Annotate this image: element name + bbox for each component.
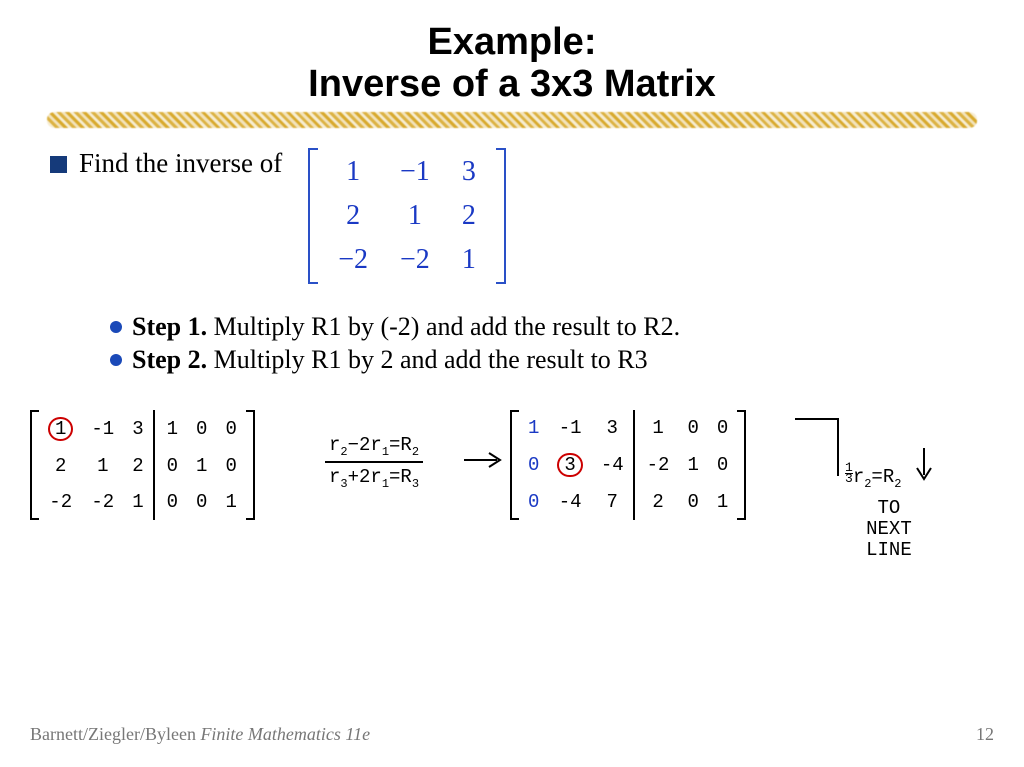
arrow-down-icon — [915, 448, 933, 489]
step-2: Step 2. Multiply R1 by 2 and add the res… — [110, 345, 974, 375]
a2-12: -1 — [548, 410, 591, 446]
m-r3c1: −2 — [322, 238, 384, 282]
line-text: LINE — [866, 539, 912, 561]
next-operation: 13r2=R2 TO NEXT LINE — [845, 448, 933, 561]
m-r1c1: 1 — [322, 150, 384, 194]
title-line2: Inverse of a 3x3 Matrix — [308, 63, 716, 105]
a1-b32: 0 — [187, 484, 216, 520]
a1-31: -2 — [39, 484, 82, 520]
find-inverse-text: Find the inverse of — [79, 148, 282, 179]
bracket-right-icon — [737, 410, 746, 521]
title-underline — [47, 112, 977, 128]
augmented-matrix-1: 1 -1 3 1 0 0 2 1 2 0 1 0 -2 -2 1 0 0 — [30, 410, 255, 521]
bracket-right-icon — [496, 148, 506, 284]
steps-list: Step 1. Multiply R1 by (-2) and add the … — [110, 312, 974, 375]
a2-b13: 0 — [708, 410, 737, 446]
step2-text: Multiply R1 by 2 and add the result to R… — [207, 345, 648, 374]
a2-b11: 1 — [634, 410, 679, 446]
step1-label: Step 1. — [132, 312, 207, 341]
a2-13: 3 — [592, 410, 634, 446]
a2-32: -4 — [548, 484, 591, 520]
augmented-matrix-2: 1 -1 3 1 0 0 0 3 -4 -2 1 0 0 -4 7 2 0 — [510, 410, 746, 521]
work-area: 1 -1 3 1 0 0 2 1 2 0 1 0 -2 -2 1 0 0 — [20, 400, 1004, 600]
a1-22: 1 — [82, 448, 123, 484]
dot-bullet-icon — [110, 354, 122, 366]
a1-12: -1 — [82, 410, 123, 449]
a1-11: 1 — [39, 410, 82, 449]
m-r2c3: 2 — [446, 194, 492, 238]
page-number: 12 — [976, 724, 994, 745]
a1-b21: 0 — [154, 448, 187, 484]
a1-b31: 0 — [154, 484, 187, 520]
footer-authors: Barnett/Ziegler/Byleen — [30, 724, 200, 744]
step1-text: Multiply R1 by (-2) and add the result t… — [207, 312, 680, 341]
a2-b23: 0 — [708, 446, 737, 485]
find-inverse-bullet: Find the inverse of 1 −1 3 2 1 2 −2 −2 1 — [50, 148, 974, 284]
m-r2c1: 2 — [322, 194, 384, 238]
square-bullet-icon — [50, 156, 67, 173]
bracket-left-icon — [30, 410, 39, 521]
m-r1c3: 3 — [446, 150, 492, 194]
a2-b12: 0 — [678, 410, 707, 446]
a1-b22: 1 — [187, 448, 216, 484]
bracket-left-icon — [308, 148, 318, 284]
next-text: NEXT — [866, 518, 912, 540]
a1-32: -2 — [82, 484, 123, 520]
a2-b31: 2 — [634, 484, 679, 520]
a1-21: 2 — [39, 448, 82, 484]
row-operations: r2−2r1=R2 r3+2r1=R3 — [325, 434, 423, 492]
a1-b11: 1 — [154, 410, 187, 449]
a1-b23: 0 — [216, 448, 245, 484]
slide-footer: Barnett/Ziegler/Byleen Finite Mathematic… — [30, 724, 994, 745]
continuation-hook-icon — [795, 418, 839, 476]
m-r2c2: 1 — [384, 194, 446, 238]
a1-33: 1 — [123, 484, 153, 520]
a2-11: 1 — [519, 410, 548, 446]
a2-21: 0 — [519, 446, 548, 485]
input-matrix: 1 −1 3 2 1 2 −2 −2 1 — [308, 148, 506, 284]
title-line1: Example: — [428, 21, 597, 63]
dot-bullet-icon — [110, 321, 122, 333]
a2-22: 3 — [548, 446, 591, 485]
a1-b33: 1 — [216, 484, 245, 520]
a2-31: 0 — [519, 484, 548, 520]
footer-book: Finite Mathematics 11e — [200, 724, 370, 744]
a2-23: -4 — [592, 446, 634, 485]
a1-13: 3 — [123, 410, 153, 449]
bracket-right-icon — [246, 410, 255, 521]
a1-23: 2 — [123, 448, 153, 484]
a1-b13: 0 — [216, 410, 245, 449]
a2-b32: 0 — [678, 484, 707, 520]
a2-b21: -2 — [634, 446, 679, 485]
arrow-right-icon — [464, 450, 504, 478]
to-text: TO — [878, 497, 901, 519]
slide-title: Example: Inverse of a 3x3 Matrix — [0, 0, 1024, 128]
a1-b12: 0 — [187, 410, 216, 449]
m-r3c3: 1 — [446, 238, 492, 282]
bracket-left-icon — [510, 410, 519, 521]
a2-b33: 1 — [708, 484, 737, 520]
step2-label: Step 2. — [132, 345, 207, 374]
m-r3c2: −2 — [384, 238, 446, 282]
a2-b22: 1 — [678, 446, 707, 485]
step-1: Step 1. Multiply R1 by (-2) and add the … — [110, 312, 974, 342]
a2-33: 7 — [592, 484, 634, 520]
m-r1c2: −1 — [384, 150, 446, 194]
